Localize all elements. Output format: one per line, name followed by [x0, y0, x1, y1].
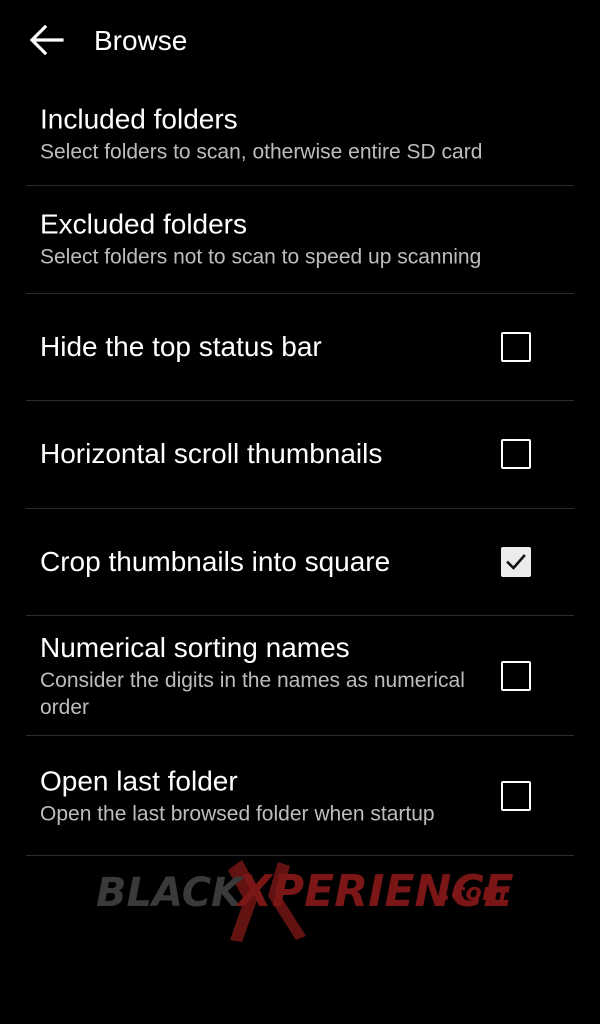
setting-summary: Open the last browsed folder when startu… [40, 802, 435, 825]
setting-text: Excluded folders Select folders not to s… [40, 208, 574, 271]
setting-title: Excluded folders [40, 208, 248, 240]
setting-excluded-folders[interactable]: Excluded folders Select folders not to s… [26, 186, 574, 294]
app-bar: Browse [0, 0, 600, 82]
back-button[interactable] [28, 24, 64, 56]
arrow-left-icon [29, 24, 64, 56]
setting-summary: Consider the digits in the names as nume… [40, 668, 465, 719]
setting-numerical-sorting[interactable]: Numerical sorting names Consider the dig… [26, 616, 574, 736]
setting-summary: Select folders to scan, otherwise entire… [40, 140, 483, 163]
setting-title: Open last folder [40, 765, 238, 796]
setting-included-folders[interactable]: Included folders Select folders to scan,… [26, 82, 574, 186]
hide-status-bar-checkbox[interactable] [501, 331, 531, 362]
setting-title: Crop thumbnails into square [40, 545, 391, 577]
setting-title: Hide the top status bar [40, 330, 322, 362]
setting-text: Open last folder Open the last browsed f… [40, 764, 484, 827]
blackxperience-watermark-logo: BLACK XPERIENCE .com [96, 860, 514, 942]
setting-text: Numerical sorting names Consider the dig… [40, 631, 484, 721]
watermark-black-text: BLACK [96, 870, 245, 916]
page-title: Browse [94, 25, 188, 56]
setting-title: Included folders [40, 103, 238, 134]
setting-text: Hide the top status bar [40, 330, 484, 364]
numerical-sorting-checkbox[interactable] [501, 660, 531, 691]
checkmark-icon [506, 553, 526, 570]
setting-title: Horizontal scroll thumbnails [40, 438, 383, 470]
setting-summary: Select folders not to scan to speed up s… [40, 245, 482, 269]
crop-square-checkbox[interactable] [501, 546, 531, 577]
open-last-folder-checkbox[interactable] [501, 780, 531, 811]
setting-hide-status-bar[interactable]: Hide the top status bar [26, 294, 574, 401]
horizontal-scroll-checkbox[interactable] [501, 439, 531, 470]
watermark-com-text: .com [442, 878, 507, 906]
setting-open-last-folder[interactable]: Open last folder Open the last browsed f… [26, 736, 574, 856]
settings-list: Included folders Select folders to scan,… [26, 82, 574, 856]
setting-horizontal-scroll[interactable]: Horizontal scroll thumbnails [26, 401, 574, 509]
setting-text: Horizontal scroll thumbnails [40, 437, 484, 471]
setting-title: Numerical sorting names [40, 631, 350, 663]
setting-text: Crop thumbnails into square [40, 545, 484, 579]
setting-crop-square[interactable]: Crop thumbnails into square [26, 509, 574, 616]
setting-text: Included folders Select folders to scan,… [40, 102, 574, 165]
